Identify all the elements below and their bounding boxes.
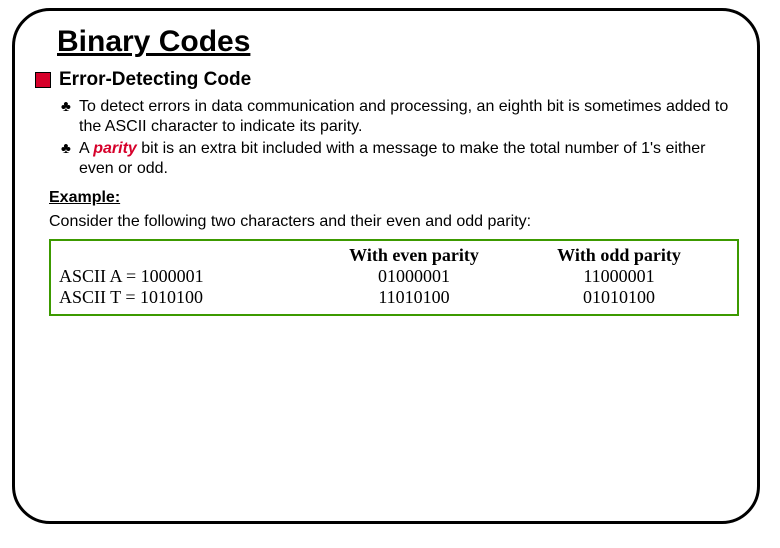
- table-cell: ASCII A = 1000001: [59, 266, 309, 287]
- list-item: ♣ A parity bit is an extra bit included …: [61, 139, 737, 179]
- subhead: Error-Detecting Code: [59, 69, 251, 91]
- list-item: ♣ To detect errors in data communication…: [61, 97, 737, 137]
- bullet-text: A parity bit is an extra bit included wi…: [79, 139, 737, 179]
- bullet-text: To detect errors in data communication a…: [79, 97, 737, 137]
- bullet-list: ♣ To detect errors in data communication…: [61, 97, 737, 179]
- table-header: With odd parity: [519, 245, 719, 266]
- bullet-text-pre: A: [79, 140, 93, 157]
- table-row: ASCII A = 1000001 01000001 11000001: [59, 266, 729, 287]
- example-intro: Consider the following two characters an…: [49, 213, 737, 231]
- example-label: Example:: [49, 189, 737, 207]
- club-icon: ♣: [61, 97, 79, 117]
- bullet-text-post: bit is an extra bit included with a mess…: [79, 140, 706, 177]
- club-icon: ♣: [61, 139, 79, 159]
- table-cell: 11010100: [309, 287, 519, 308]
- table-header: With even parity: [309, 245, 519, 266]
- table-cell: 11000001: [519, 266, 719, 287]
- table-cell: 01000001: [309, 266, 519, 287]
- slide-title: Binary Codes: [57, 25, 737, 59]
- bullet-text-emph: parity: [93, 140, 137, 157]
- table-row: ASCII T = 1010100 11010100 01010100: [59, 287, 729, 308]
- table-header: [59, 245, 309, 266]
- table-cell: ASCII T = 1010100: [59, 287, 309, 308]
- table-cell: 01010100: [519, 287, 719, 308]
- slide-frame: Binary Codes Error-Detecting Code ♣ To d…: [12, 8, 760, 524]
- table-header-row: With even parity With odd parity: [59, 245, 729, 266]
- red-square-icon: [35, 72, 51, 88]
- parity-table: With even parity With odd parity ASCII A…: [49, 239, 739, 316]
- subhead-row: Error-Detecting Code: [35, 69, 737, 91]
